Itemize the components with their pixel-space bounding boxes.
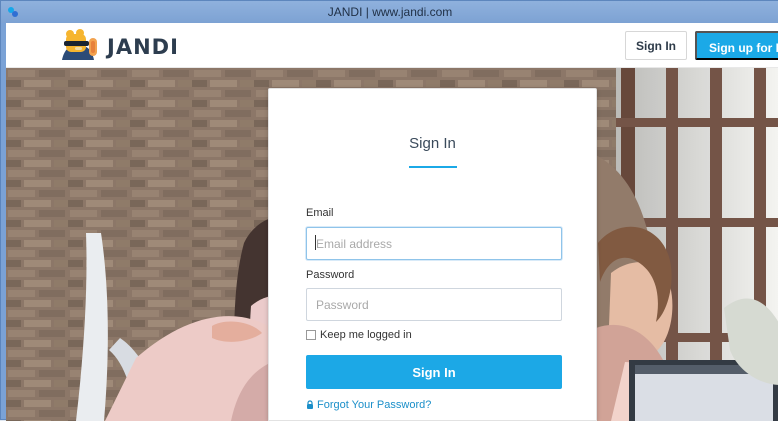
- window-title: JANDI | www.jandi.com: [327, 5, 453, 19]
- password-field[interactable]: [306, 288, 562, 321]
- sign-up-free-button[interactable]: Sign up for Free: [695, 31, 778, 60]
- browser-window: JANDI | www.jandi.com JANDI Sign In Sign…: [0, 0, 778, 421]
- sign-in-card: Sign In Email Password Keep me logged in…: [268, 88, 597, 421]
- password-label: Password: [306, 269, 355, 281]
- text-cursor: [315, 235, 316, 250]
- forgot-password-link[interactable]: Forgot Your Password?: [306, 399, 431, 411]
- top-navigation: JANDI Sign In Sign up for Free: [6, 23, 778, 68]
- jandi-logo[interactable]: JANDI: [54, 26, 179, 66]
- forgot-password-label: Forgot Your Password?: [317, 399, 432, 411]
- jandi-mascot-icon: [62, 29, 97, 60]
- app-icon: [8, 7, 18, 17]
- keep-logged-in-label: Keep me logged in: [320, 329, 412, 341]
- heading-underline: [409, 166, 457, 168]
- email-label: Email: [306, 207, 334, 219]
- email-field[interactable]: [306, 227, 562, 260]
- window-titlebar: JANDI | www.jandi.com: [1, 1, 778, 23]
- lock-icon: [307, 400, 313, 409]
- submit-sign-in-button[interactable]: Sign In: [306, 355, 562, 389]
- logo-text: JANDI: [107, 35, 179, 59]
- sign-in-heading: Sign In: [409, 135, 456, 152]
- nav-sign-in-button[interactable]: Sign In: [625, 31, 687, 60]
- keep-logged-in-checkbox[interactable]: [306, 330, 316, 340]
- web-page: JANDI Sign In Sign up for Free: [6, 23, 778, 421]
- keep-logged-in-option[interactable]: Keep me logged in: [306, 329, 412, 341]
